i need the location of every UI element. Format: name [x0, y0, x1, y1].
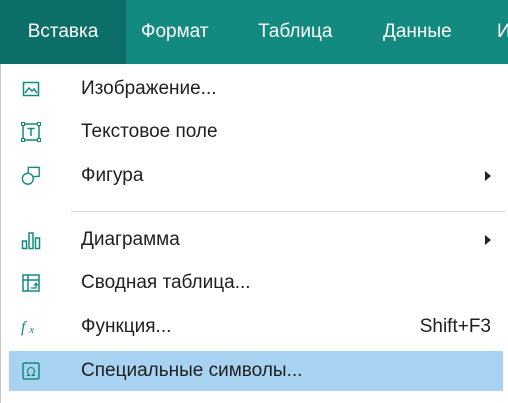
menu-data[interactable]: Данные [383, 0, 483, 64]
shape-icon [21, 166, 41, 186]
pivot-table-icon [21, 273, 41, 293]
menu-item-special-symbols[interactable]: Ω Специальные символы... [9, 351, 503, 391]
menu-item-label: Сводная таблица... [81, 272, 251, 293]
menu-item-label: Изображение... [81, 78, 217, 99]
menu-item-label: Диаграмма [81, 229, 180, 250]
function-icon: f x [21, 317, 41, 337]
chart-icon [21, 230, 41, 250]
submenu-arrow-icon [485, 235, 491, 245]
svg-text:x: x [28, 324, 34, 336]
menu-format[interactable]: Формат [141, 0, 241, 64]
menu-item-label: Текстовое поле [81, 121, 218, 142]
menu-bar: Вставка Формат Таблица Данные И [0, 0, 508, 64]
menu-item-pivot-table[interactable]: Сводная таблица... [9, 263, 503, 303]
omega-symbol-icon: Ω [21, 361, 41, 381]
menu-truncated[interactable]: И [497, 0, 508, 64]
menu-item-function[interactable]: f x Функция... Shift+F3 [9, 307, 503, 347]
svg-text:Ω: Ω [26, 365, 35, 379]
menu-table[interactable]: Таблица [258, 0, 368, 64]
shortcut-label: Shift+F3 [419, 316, 491, 337]
menu-item-label: Фигура [81, 165, 144, 186]
menu-item-label: Функция... [81, 316, 172, 337]
text-box-icon [21, 122, 41, 142]
menu-item-image[interactable]: Изображение... [9, 69, 503, 109]
insert-dropdown-menu: Изображение... Текстовое поле Фигура Диа… [0, 64, 508, 403]
menu-item-text-box[interactable]: Текстовое поле [9, 112, 503, 152]
menu-item-label: Специальные символы... [81, 360, 303, 381]
menu-separator [71, 211, 505, 212]
svg-text:f: f [21, 319, 28, 336]
menu-insert[interactable]: Вставка [0, 0, 126, 64]
image-icon [21, 79, 41, 99]
submenu-arrow-icon [485, 171, 491, 181]
menu-item-shape[interactable]: Фигура [9, 156, 503, 196]
menu-item-chart[interactable]: Диаграмма [9, 220, 503, 260]
